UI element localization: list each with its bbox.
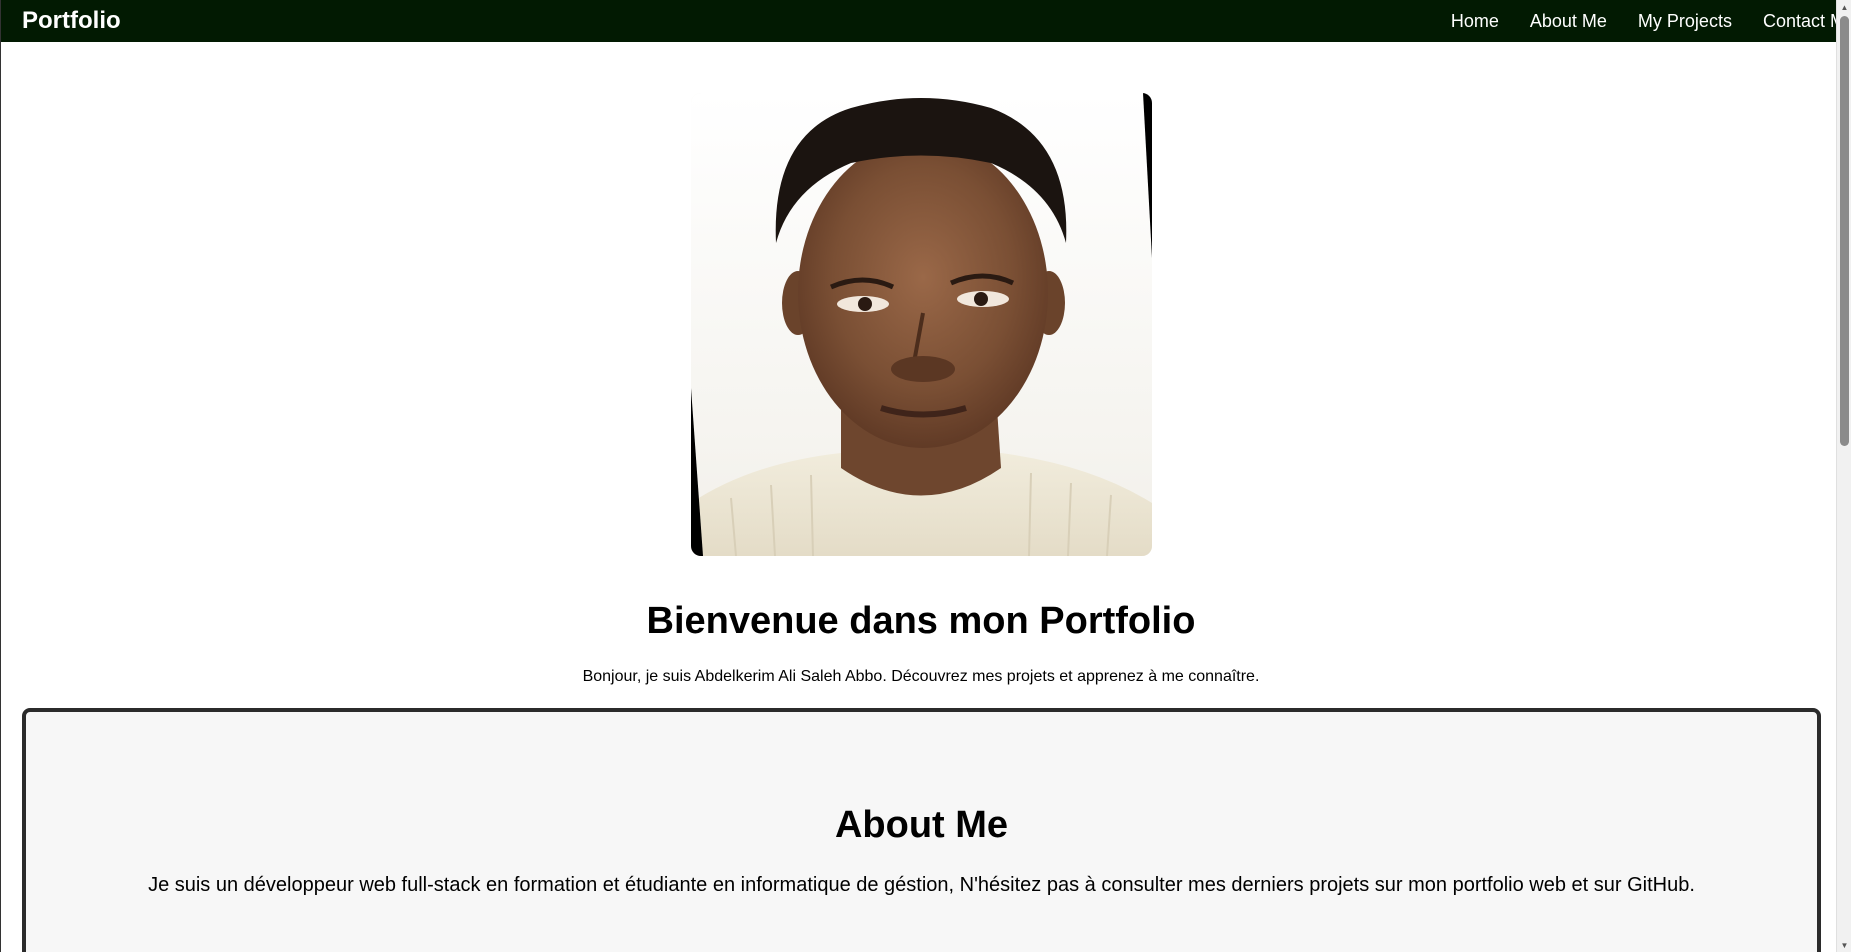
about-title: About Me <box>834 804 1009 846</box>
top-navbar: Portfolio Home About Me My Projects Cont… <box>1 0 1836 42</box>
scrollbar-thumb[interactable] <box>1840 16 1849 446</box>
nav-link-contact[interactable]: Contact Me <box>1763 11 1836 32</box>
brand-logo[interactable]: Portfolio <box>22 7 121 35</box>
about-text: Je suis un développeur web full-stack en… <box>148 874 1695 896</box>
profile-photo <box>691 93 1152 556</box>
nav-link-projects[interactable]: My Projects <box>1638 11 1732 32</box>
nav-link-about[interactable]: About Me <box>1530 11 1607 32</box>
scroll-up-arrow-icon[interactable]: ▲ <box>1837 0 1851 14</box>
vertical-scrollbar[interactable]: ▲ ▼ <box>1836 0 1851 952</box>
scroll-down-arrow-icon[interactable]: ▼ <box>1837 938 1851 952</box>
page-viewport: Portfolio Home About Me My Projects Cont… <box>0 0 1836 952</box>
hero-intro-text: Bonjour, je suis Abdelkerim Ali Saleh Ab… <box>582 668 1260 685</box>
nav-link-home[interactable]: Home <box>1451 11 1499 32</box>
profile-photo-illustration <box>691 93 1152 556</box>
hero-title: Bienvenue dans mon Portfolio <box>646 600 1196 642</box>
about-section: About Me Je suis un développeur web full… <box>22 708 1821 952</box>
nav-links: Home About Me My Projects Contact Me <box>1451 11 1836 32</box>
